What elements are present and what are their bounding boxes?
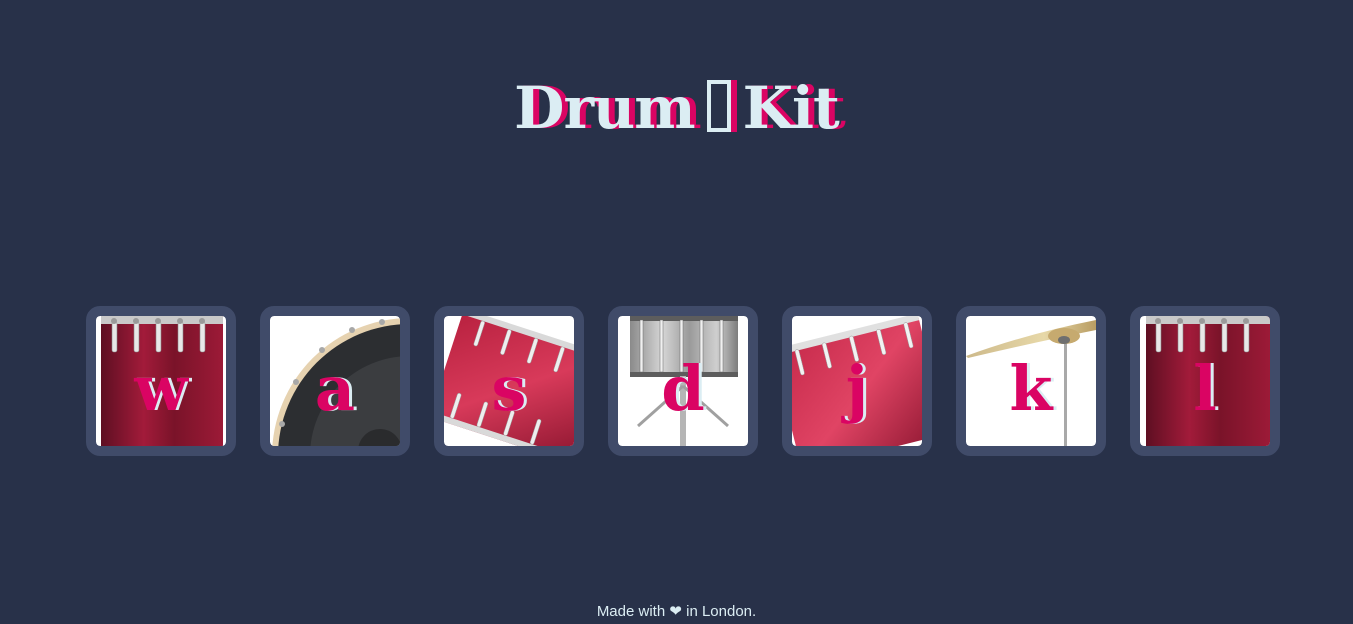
title-word-kit: Kit [742,74,840,142]
footer: Made with ❤ in London. [0,602,1353,620]
drum-pad-l[interactable]: l [1130,306,1280,456]
pad-key-label: w [134,351,188,425]
footer-prefix: Made with [596,603,666,620]
pad-key-label: k [1009,351,1053,425]
drum-pads: w a s d j k l [86,306,1280,456]
pad-key-label: a [314,351,356,425]
title-word-drum: Drum [514,74,695,142]
pad-key-label: l [1193,351,1217,425]
drum-pad-k-face: k [966,316,1096,446]
drum-pad-j-face: j [792,316,922,446]
pad-key-label: j [845,351,869,425]
drum-pad-d-face: d [618,316,748,446]
pad-key-label: s [491,351,527,425]
drum-pad-l-face: l [1140,316,1270,446]
drum-pad-w[interactable]: w [86,306,236,456]
drum-pad-s[interactable]: s [434,306,584,456]
missing-glyph-icon [706,80,731,132]
pad-key-label: d [661,351,705,425]
page-title: Drum Kit [0,68,1353,148]
drum-pad-d[interactable]: d [608,306,758,456]
drum-pad-k[interactable]: k [956,306,1106,456]
drum-pad-s-face: s [444,316,574,446]
drum-pad-w-face: w [96,316,226,446]
heart-icon: ❤ [669,603,682,620]
footer-suffix: in London. [686,603,757,620]
drum-pad-a[interactable]: a [260,306,410,456]
drum-pad-a-face: a [270,316,400,446]
drum-pad-j[interactable]: j [782,306,932,456]
